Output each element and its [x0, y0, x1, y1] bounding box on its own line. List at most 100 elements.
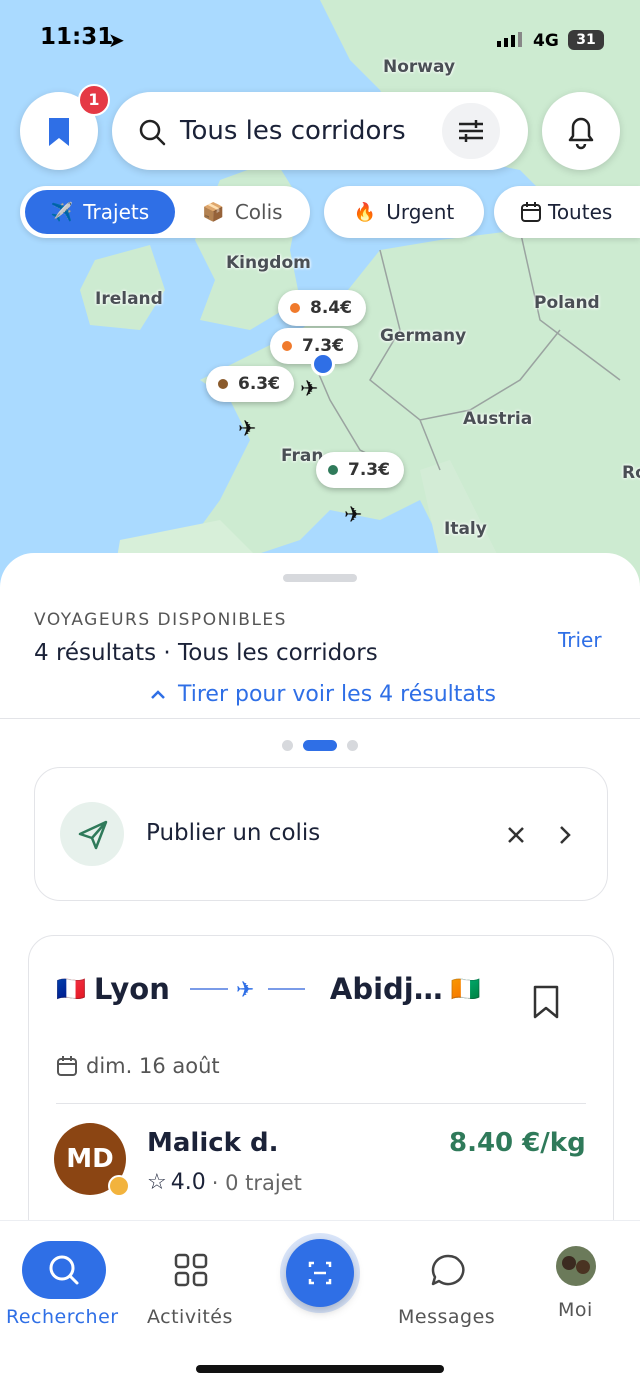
map-label-austria: Austria	[463, 409, 533, 429]
nav-search-button[interactable]	[22, 1241, 106, 1299]
date-filter-chip[interactable]: Toutes	[494, 186, 640, 238]
trip-count: · 0 trajet	[211, 1170, 302, 1195]
chevron-right-icon[interactable]	[554, 823, 576, 847]
send-icon	[78, 820, 108, 850]
fire-emoji-icon: 🔥	[353, 201, 377, 223]
saved-button[interactable]: 1	[20, 84, 110, 170]
trip-date-label: dim. 16 août	[86, 1054, 220, 1078]
page-dot[interactable]	[282, 740, 293, 751]
price-marker[interactable]: 7.3€	[316, 452, 404, 488]
pull-hint[interactable]: Tirer pour voir les 4 résultats	[148, 682, 496, 707]
scan-icon	[308, 1261, 332, 1285]
publish-label: Publier un colis	[146, 820, 321, 846]
traveler-rating: ☆ 4.0 · 0 trajet	[147, 1170, 302, 1195]
segment-colis-label: Colis	[234, 200, 283, 224]
scan-button[interactable]	[286, 1239, 354, 1307]
chat-bubble-icon[interactable]	[430, 1253, 466, 1289]
price-marker[interactable]: 8.4€	[278, 290, 366, 326]
verified-badge-icon	[108, 1175, 130, 1197]
trip-card[interactable]: 🇫🇷 Lyon ✈ Abidj… 🇨🇮 dim. 16 août MD Mali…	[28, 935, 614, 1267]
map-label-ireland: Ireland	[95, 289, 163, 309]
divider	[56, 1103, 586, 1104]
bottom-navigation: Rechercher Activités Messages Moi	[0, 1220, 640, 1386]
calendar-icon	[521, 202, 541, 222]
segment-colis[interactable]: 📦 Colis	[180, 190, 305, 234]
price-value: 7.3€	[348, 460, 390, 480]
origin-city: Lyon	[93, 972, 170, 1006]
results-scope: Tous les corridors	[178, 640, 378, 666]
destination-flag: 🇨🇮	[450, 975, 481, 1003]
saved-badge: 1	[78, 84, 110, 116]
type-segmented-control[interactable]: ✈️ Trajets 📦 Colis	[20, 186, 310, 238]
search-label: Tous les corridors	[180, 116, 406, 146]
nav-me-label[interactable]: Moi	[558, 1299, 593, 1321]
calendar-icon	[57, 1056, 77, 1076]
search-icon	[139, 119, 166, 146]
bookmark-outline-icon[interactable]	[531, 984, 561, 1020]
home-indicator	[196, 1365, 444, 1373]
current-location-dot	[311, 352, 335, 376]
package-emoji-icon: 📦	[202, 201, 225, 223]
map-label-poland: Poland	[534, 293, 600, 313]
avatar[interactable]: MD	[54, 1123, 130, 1197]
svg-text:✈: ✈	[236, 978, 254, 1003]
map-label-ro: Ro	[622, 463, 640, 483]
close-icon[interactable]	[505, 824, 527, 846]
urgent-label: Urgent	[386, 200, 455, 224]
price-value: 6.3€	[238, 374, 280, 394]
destination-city: Abidj…	[329, 972, 443, 1006]
bell-icon	[568, 117, 594, 150]
rating-value: 4.0	[170, 1170, 206, 1195]
page-dot[interactable]	[347, 740, 358, 751]
results-count: 4 résultats	[34, 640, 157, 666]
divider	[0, 718, 640, 719]
avatar-initials: MD	[66, 1144, 114, 1174]
price-value: 8.4€	[310, 298, 352, 318]
publish-parcel-card[interactable]: Publier un colis	[34, 767, 608, 901]
price-marker[interactable]: 6.3€	[206, 366, 294, 402]
filter-button[interactable]	[442, 103, 500, 159]
page-dot-active[interactable]	[303, 740, 337, 751]
date-filter-label: Toutes	[548, 200, 613, 224]
profile-avatar[interactable]	[556, 1246, 596, 1286]
urgent-filter-chip[interactable]: 🔥 Urgent	[324, 186, 484, 238]
sort-button[interactable]: Trier	[558, 628, 602, 652]
trip-date: dim. 16 août	[56, 1054, 220, 1078]
status-time: 11:31	[40, 24, 114, 50]
chevron-up-icon	[151, 689, 165, 699]
price-per-kg: 8.40 €/kg	[449, 1128, 586, 1158]
plane-icon[interactable]: ✈	[238, 416, 256, 442]
segment-trajets-label: Trajets	[83, 200, 150, 224]
plane-icon[interactable]: ✈	[300, 376, 318, 402]
map-label-italy: Italy	[444, 519, 487, 539]
price-dot	[328, 465, 338, 475]
status-bar: 11:31 ➤ 4G 31	[0, 0, 640, 80]
results-summary: 4 résultats · Tous les corridors	[34, 640, 378, 666]
battery-icon: 31	[568, 30, 604, 50]
star-icon: ☆	[147, 1170, 167, 1195]
search-icon	[49, 1255, 79, 1285]
traveler-name[interactable]: Malick d.	[147, 1128, 279, 1158]
nav-search-label[interactable]: Rechercher	[6, 1306, 119, 1328]
plane-icon[interactable]: ✈	[344, 502, 362, 528]
battery-level: 31	[576, 32, 596, 48]
origin-flag: 🇫🇷	[56, 975, 86, 1003]
sheet-handle[interactable]	[283, 574, 357, 582]
price-dot	[218, 379, 228, 389]
grid-icon[interactable]	[174, 1253, 208, 1287]
nav-activities-label[interactable]: Activités	[147, 1306, 233, 1328]
send-icon-wrapper	[60, 802, 124, 866]
network-label: 4G	[533, 31, 559, 51]
segment-trajets[interactable]: ✈️ Trajets	[25, 190, 175, 234]
search-bar[interactable]: Tous les corridors	[112, 92, 528, 170]
map-label-kingdom: Kingdom	[226, 253, 311, 273]
pull-hint-label: Tirer pour voir les 4 résultats	[178, 682, 496, 707]
notifications-button[interactable]	[542, 92, 620, 170]
trip-route: 🇫🇷 Lyon ✈ Abidj… 🇨🇮	[56, 972, 481, 1006]
route-plane-icon: ✈	[189, 978, 305, 1003]
map-label-germany: Germany	[380, 326, 467, 346]
location-arrow-icon: ➤	[108, 30, 125, 52]
signal-icon	[497, 32, 522, 47]
nav-messages-label[interactable]: Messages	[398, 1306, 495, 1328]
price-dot	[290, 303, 300, 313]
